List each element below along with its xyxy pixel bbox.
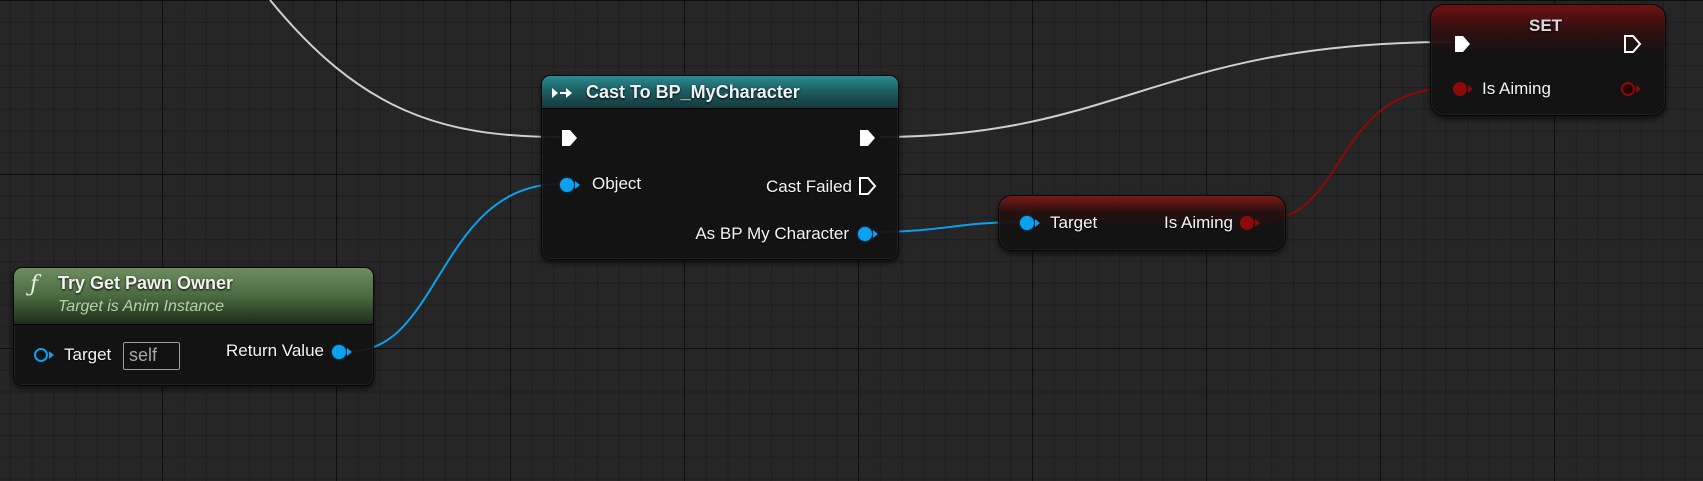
set-is-aiming-node[interactable]: SET Is Aiming: [1430, 4, 1666, 116]
getter-is-aiming-pin[interactable]: [1240, 216, 1254, 230]
set-node-title: SET: [1529, 16, 1563, 35]
try-get-target-label: Target: [64, 345, 112, 364]
set-exec-out-icon[interactable]: [1623, 34, 1643, 54]
object-wire-return-to-object[interactable]: [351, 183, 561, 352]
cast-as-character-pin-arrow: [873, 230, 878, 238]
function-icon: ƒ: [30, 272, 39, 297]
cast-node[interactable]: Cast To BP_MyCharacter Object Cast Faile…: [541, 75, 899, 260]
getter-is-aiming-label: Is Aiming: [1164, 213, 1233, 232]
try-get-pawn-owner-title: Try Get Pawn Owner: [58, 273, 234, 293]
set-is-aiming-out-pin-arrow: [1636, 85, 1641, 93]
try-get-pawn-owner-subtitle: Target is Anim Instance: [58, 298, 225, 315]
cast-object-label: Object: [592, 174, 642, 193]
cast-exec-out-icon[interactable]: [858, 128, 878, 148]
try-get-target-self-field[interactable]: self: [123, 342, 180, 370]
getter-is-aiming-pin-arrow: [1255, 219, 1260, 227]
cast-node-title: Cast To BP_MyCharacter: [586, 82, 800, 102]
try-get-return-value-pin-arrow: [347, 348, 352, 356]
getter-target-pin-arrow: [1035, 219, 1040, 227]
cast-as-character-pin[interactable]: [858, 227, 872, 241]
is-aiming-getter-node[interactable]: Target Is Aiming: [998, 195, 1286, 251]
set-is-aiming-label: Is Aiming: [1482, 79, 1551, 98]
cast-object-pin[interactable]: [560, 178, 574, 192]
exec-wire-incoming[interactable]: [269, 0, 561, 138]
try-get-target-pin[interactable]: [34, 348, 48, 362]
cast-object-pin-arrow: [575, 181, 580, 189]
try-get-pawn-owner-node[interactable]: ƒ Try Get Pawn Owner Target is Anim Inst…: [13, 267, 374, 386]
getter-target-pin[interactable]: [1020, 216, 1034, 230]
cast-failed-exec-icon[interactable]: [858, 176, 878, 196]
cast-exec-in-icon[interactable]: [560, 128, 580, 148]
try-get-return-value-label: Return Value: [226, 341, 324, 360]
try-get-target-pin-arrow: [49, 351, 54, 359]
getter-target-label: Target: [1050, 213, 1098, 232]
cast-failed-label: Cast Failed: [766, 177, 852, 196]
set-is-aiming-out-pin[interactable]: [1621, 82, 1635, 96]
set-is-aiming-in-pin-arrow: [1468, 85, 1473, 93]
set-exec-in-icon[interactable]: [1453, 34, 1473, 54]
set-is-aiming-in-pin[interactable]: [1453, 82, 1467, 96]
try-get-return-value-pin[interactable]: [332, 345, 346, 359]
cast-as-character-label: As BP My Character: [695, 224, 849, 243]
bool-wire-getter-to-set[interactable]: [1255, 87, 1453, 223]
cast-icon: [552, 86, 578, 100]
exec-wire-cast-to-set[interactable]: [879, 41, 1453, 138]
